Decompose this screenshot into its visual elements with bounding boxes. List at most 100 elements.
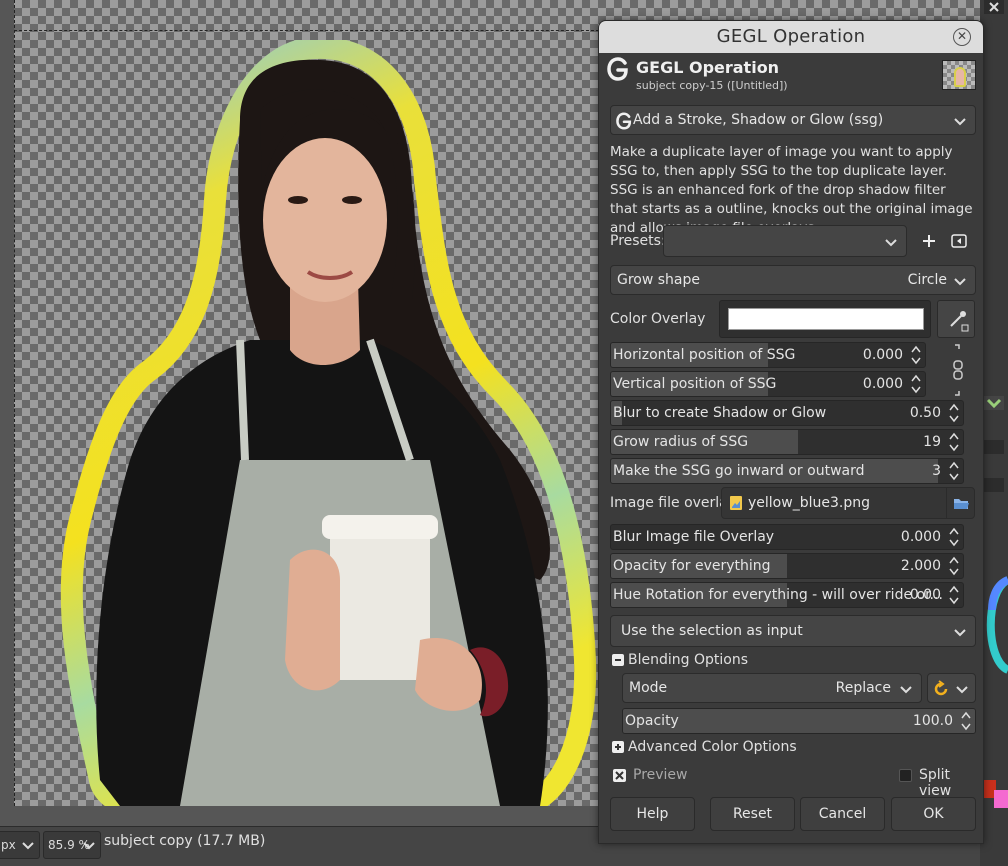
layer-thumbnail — [942, 60, 976, 90]
slider-value: 3 — [932, 463, 941, 479]
chevron-down-icon — [885, 239, 897, 247]
slider-value: 0.000 — [862, 347, 903, 363]
chevron-down-icon — [954, 278, 966, 286]
slider-value: 2.000 — [900, 558, 941, 574]
slider-label: Opacity — [625, 713, 679, 729]
slider-value: 19 — [923, 434, 941, 450]
gegl-logo-icon — [607, 57, 628, 81]
layer-down-icon[interactable] — [984, 396, 1004, 410]
image-overlay-label: Image file overlay — [610, 495, 737, 511]
split-view-label: Split view — [919, 767, 952, 799]
header-subtitle: subject copy-15 ([Untitled]) — [636, 79, 788, 92]
grow-shape-value: Circle — [907, 272, 947, 288]
selection-input-combo[interactable]: Use the selection as input — [610, 615, 976, 647]
color-overlay-button[interactable] — [719, 300, 931, 338]
expand-icon[interactable] — [612, 741, 624, 753]
mode-label: Mode — [629, 680, 668, 696]
spin-arrows-icon[interactable] — [949, 584, 959, 606]
split-view-checkbox[interactable] — [899, 769, 912, 782]
unit-selector[interactable]: px — [0, 831, 40, 859]
blending-options-header[interactable]: Blending Options — [628, 652, 748, 668]
slider-value: 0.50 — [909, 405, 941, 421]
slider-value: 0.00 — [909, 587, 941, 603]
slider-label: Opacity for everything — [613, 558, 771, 574]
spin-arrows-icon[interactable] — [949, 555, 959, 577]
slider-value: 0.000 — [862, 376, 903, 392]
color-overlay-label: Color Overlay — [610, 311, 706, 327]
slider-grow-radius[interactable]: Grow radius of SSG 19 — [610, 429, 964, 455]
folder-open-icon — [954, 499, 969, 509]
spin-arrows-icon[interactable] — [949, 431, 959, 453]
eyedropper-icon — [950, 311, 969, 332]
spin-arrows-icon[interactable] — [949, 526, 959, 548]
spin-arrows-icon[interactable] — [949, 402, 959, 424]
slider-label: Blur Image file Overlay — [613, 529, 775, 545]
header-title: GEGL Operation — [636, 58, 780, 77]
image-overlay-file-chooser[interactable]: yellow_blue3.png — [721, 487, 975, 519]
slider-label: Hue Rotation for everything - will over … — [613, 587, 943, 603]
grow-shape-combo[interactable]: Grow shape Circle — [610, 265, 976, 295]
add-preset-icon[interactable] — [921, 233, 937, 249]
chain-link-icon[interactable] — [949, 343, 967, 397]
slider-blend-opacity[interactable]: Opacity 100.0 — [622, 708, 976, 734]
right-dock-strip — [980, 0, 1008, 866]
slider-vertical-position[interactable]: Vertical position of SSG 0.000 — [610, 371, 926, 397]
slider-blur-shadow-glow[interactable]: Blur to create Shadow or Glow 0.50 — [610, 400, 964, 426]
slider-horizontal-position[interactable]: Horizontal position of SSG 0.000 — [610, 342, 926, 368]
close-button[interactable]: ✕ — [953, 28, 971, 46]
dialog-titlebar[interactable]: GEGL Operation ✕ — [599, 21, 983, 53]
preview-label: Preview — [633, 767, 688, 783]
layer-boundary-top — [14, 30, 604, 31]
slider-hue-rotation[interactable]: Hue Rotation for everything - will over … — [610, 582, 964, 608]
cancel-button[interactable]: Cancel — [800, 797, 885, 831]
chevron-down-icon — [22, 842, 34, 850]
ok-button[interactable]: OK — [891, 797, 976, 831]
slider-label: Make the SSG go inward or outward — [613, 463, 865, 479]
color-wheel-icon[interactable] — [980, 570, 1008, 680]
image-file-icon — [730, 496, 742, 510]
composite-space-icon — [934, 680, 948, 696]
spin-arrows-icon[interactable] — [911, 344, 921, 366]
grow-shape-label: Grow shape — [617, 272, 701, 288]
presets-label: Presets: — [610, 233, 666, 249]
chevron-down-icon — [956, 686, 968, 694]
layer-boundary — [14, 0, 15, 806]
operation-selector[interactable]: Add a Stroke, Shadow or Glow (ssg) — [610, 105, 976, 135]
gegl-operation-dialog: GEGL Operation ✕ GEGL Operation subject … — [598, 20, 984, 844]
spin-arrows-icon[interactable] — [911, 373, 921, 395]
chevron-down-icon — [900, 686, 912, 694]
slider-inward-outward[interactable]: Make the SSG go inward or outward 3 — [610, 458, 964, 484]
zoom-selector[interactable]: 85.9 % — [43, 831, 101, 859]
reset-button[interactable]: Reset — [710, 797, 795, 831]
background-color-swatch[interactable] — [994, 790, 1008, 808]
color-picker-button[interactable] — [937, 300, 975, 338]
spin-arrows-icon[interactable] — [961, 710, 971, 732]
status-message: subject copy (17.7 MB) — [104, 833, 266, 849]
chevron-down-icon — [83, 842, 95, 850]
preview-checkbox[interactable] — [613, 769, 626, 782]
selection-input-value: Use the selection as input — [621, 623, 803, 639]
unit-value: px — [1, 838, 16, 852]
collapse-icon[interactable] — [612, 654, 624, 666]
dock-tab-icon[interactable] — [984, 440, 1004, 454]
gegl-logo-icon — [616, 112, 632, 130]
checkmark-icon — [615, 771, 624, 780]
slider-opacity-everything[interactable]: Opacity for everything 2.000 — [610, 553, 964, 579]
presets-menu-icon[interactable] — [951, 233, 967, 249]
spin-arrows-icon[interactable] — [949, 460, 959, 482]
window-title: GEGL Operation — [716, 26, 866, 47]
slider-blur-image-overlay[interactable]: Blur Image file Overlay 0.000 — [610, 524, 964, 550]
image-overlay-filename: yellow_blue3.png — [748, 495, 870, 511]
presets-combo[interactable] — [663, 225, 907, 257]
close-icon[interactable] — [984, 0, 1004, 14]
operation-name: Add a Stroke, Shadow or Glow (ssg) — [633, 112, 884, 128]
composite-mode-combo[interactable] — [927, 673, 976, 703]
mode-value: Replace — [835, 680, 891, 696]
dialog-header: GEGL Operation subject copy-15 ([Untitle… — [599, 53, 983, 97]
help-button[interactable]: Help — [610, 797, 695, 831]
advanced-color-options-header[interactable]: Advanced Color Options — [628, 739, 797, 755]
open-file-button[interactable] — [946, 488, 974, 518]
dock-tab-icon[interactable] — [984, 478, 1004, 492]
blend-mode-combo[interactable]: Mode Replace — [622, 673, 922, 703]
chevron-down-icon — [954, 629, 966, 637]
